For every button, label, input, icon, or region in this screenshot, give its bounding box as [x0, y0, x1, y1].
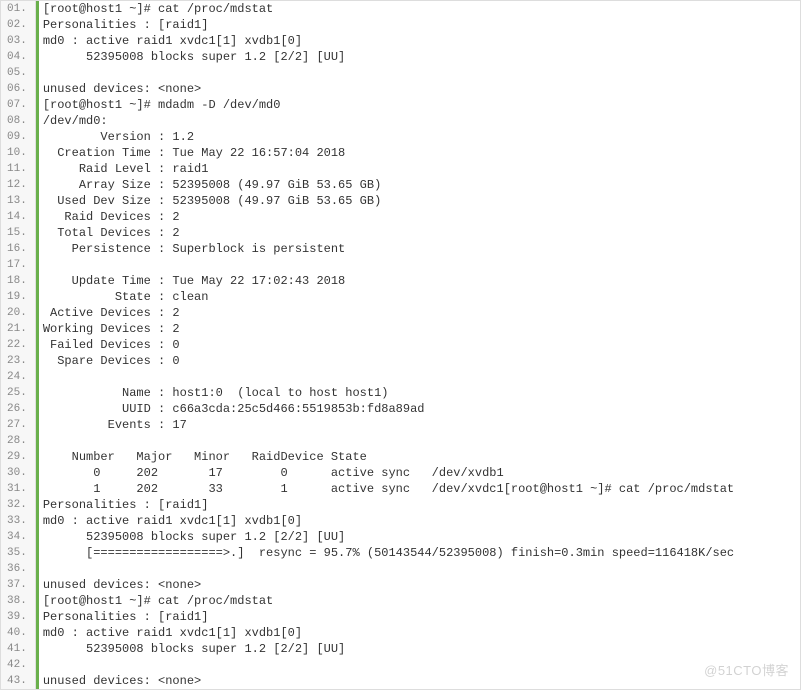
code-line: Active Devices : 2 [39, 305, 800, 321]
line-number: 30. [1, 465, 35, 481]
line-number: 05. [1, 65, 35, 81]
code-line: [root@host1 ~]# cat /proc/mdstat [39, 593, 800, 609]
line-number: 06. [1, 81, 35, 97]
line-number: 10. [1, 145, 35, 161]
line-number: 37. [1, 577, 35, 593]
line-number: 36. [1, 561, 35, 577]
line-number: 40. [1, 625, 35, 641]
line-number: 15. [1, 225, 35, 241]
code-line: Spare Devices : 0 [39, 353, 800, 369]
code-line: Used Dev Size : 52395008 (49.97 GiB 53.6… [39, 193, 800, 209]
code-line [39, 369, 800, 385]
code-line [39, 657, 800, 673]
line-number: 39. [1, 609, 35, 625]
code-block: 01.02.03.04.05.06.07.08.09.10.11.12.13.1… [0, 0, 801, 690]
line-number: 42. [1, 657, 35, 673]
line-number: 38. [1, 593, 35, 609]
line-number: 22. [1, 337, 35, 353]
line-number: 13. [1, 193, 35, 209]
code-line: Version : 1.2 [39, 129, 800, 145]
code-line: [root@host1 ~]# mdadm -D /dev/md0 [39, 97, 800, 113]
code-line: Raid Devices : 2 [39, 209, 800, 225]
code-line: Personalities : [raid1] [39, 17, 800, 33]
line-number: 25. [1, 385, 35, 401]
line-number: 09. [1, 129, 35, 145]
line-number: 26. [1, 401, 35, 417]
code-line: [root@host1 ~]# cat /proc/mdstat [39, 1, 800, 17]
code-line: Update Time : Tue May 22 17:02:43 2018 [39, 273, 800, 289]
line-number: 04. [1, 49, 35, 65]
line-number: 18. [1, 273, 35, 289]
code-line: 1 202 33 1 active sync /dev/xvdc1[root@h… [39, 481, 800, 497]
code-line: md0 : active raid1 xvdc1[1] xvdb1[0] [39, 625, 800, 641]
line-number: 21. [1, 321, 35, 337]
line-number: 02. [1, 17, 35, 33]
line-number: 20. [1, 305, 35, 321]
line-number: 14. [1, 209, 35, 225]
code-line: Personalities : [raid1] [39, 497, 800, 513]
line-number: 16. [1, 241, 35, 257]
line-number: 31. [1, 481, 35, 497]
line-number: 23. [1, 353, 35, 369]
code-line: md0 : active raid1 xvdc1[1] xvdb1[0] [39, 513, 800, 529]
code-line: [==================>.] resync = 95.7% (5… [39, 545, 800, 561]
code-line: Total Devices : 2 [39, 225, 800, 241]
code-line: UUID : c66a3cda:25c5d466:5519853b:fd8a89… [39, 401, 800, 417]
line-number: 34. [1, 529, 35, 545]
line-number: 07. [1, 97, 35, 113]
code-line [39, 257, 800, 273]
line-number: 24. [1, 369, 35, 385]
code-line: unused devices: <none> [39, 577, 800, 593]
code-line: 52395008 blocks super 1.2 [2/2] [UU] [39, 641, 800, 657]
line-number: 12. [1, 177, 35, 193]
code-line: 52395008 blocks super 1.2 [2/2] [UU] [39, 49, 800, 65]
line-number: 08. [1, 113, 35, 129]
code-line: State : clean [39, 289, 800, 305]
code-line: Persistence : Superblock is persistent [39, 241, 800, 257]
line-number: 17. [1, 257, 35, 273]
line-number: 28. [1, 433, 35, 449]
code-line: Personalities : [raid1] [39, 609, 800, 625]
line-number-gutter: 01.02.03.04.05.06.07.08.09.10.11.12.13.1… [1, 1, 36, 689]
code-line: Creation Time : Tue May 22 16:57:04 2018 [39, 145, 800, 161]
line-number: 11. [1, 161, 35, 177]
code-line [39, 433, 800, 449]
line-number: 19. [1, 289, 35, 305]
code-line: Number Major Minor RaidDevice State [39, 449, 800, 465]
code-line: unused devices: <none> [39, 673, 800, 689]
line-number: 03. [1, 33, 35, 49]
code-line [39, 561, 800, 577]
line-number: 43. [1, 673, 35, 689]
line-number: 41. [1, 641, 35, 657]
line-number: 35. [1, 545, 35, 561]
code-content: [root@host1 ~]# cat /proc/mdstatPersonal… [36, 1, 800, 689]
line-number: 27. [1, 417, 35, 433]
code-line: unused devices: <none> [39, 81, 800, 97]
line-number: 33. [1, 513, 35, 529]
code-line: 52395008 blocks super 1.2 [2/2] [UU] [39, 529, 800, 545]
code-line [39, 65, 800, 81]
code-line: Failed Devices : 0 [39, 337, 800, 353]
code-line: /dev/md0: [39, 113, 800, 129]
code-line: 0 202 17 0 active sync /dev/xvdb1 [39, 465, 800, 481]
code-line: Name : host1:0 (local to host host1) [39, 385, 800, 401]
code-line: Array Size : 52395008 (49.97 GiB 53.65 G… [39, 177, 800, 193]
line-number: 29. [1, 449, 35, 465]
code-line: Working Devices : 2 [39, 321, 800, 337]
line-number: 32. [1, 497, 35, 513]
code-line: md0 : active raid1 xvdc1[1] xvdb1[0] [39, 33, 800, 49]
line-number: 01. [1, 1, 35, 17]
code-line: Raid Level : raid1 [39, 161, 800, 177]
code-line: Events : 17 [39, 417, 800, 433]
